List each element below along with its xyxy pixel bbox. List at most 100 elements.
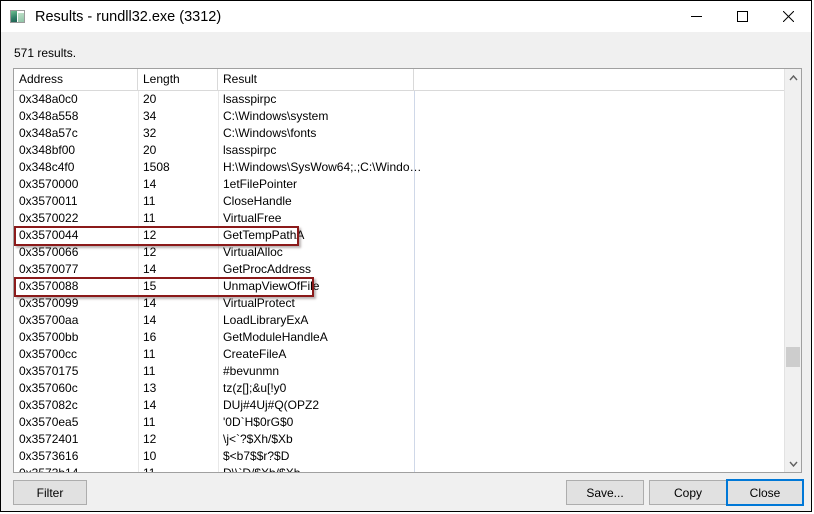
cell-length: 14 [143, 177, 157, 191]
table-row[interactable]: 0x3573b14 11 D\\`D/$Xb/$Xb [14, 465, 784, 473]
column-header-address[interactable]: Address [14, 69, 138, 90]
table-row[interactable]: 0x3570ea5 11 '0D`H$0rG$0 [14, 414, 784, 431]
copy-button[interactable]: Copy [649, 480, 727, 505]
table-row[interactable]: 0x348a0c0 20 lsasspirpc [14, 91, 784, 108]
table-row[interactable]: 0x3572401 12 \j<`?$Xh/$Xb [14, 431, 784, 448]
cell-length: 11 [143, 364, 156, 378]
cell-address: 0x35700bb [19, 330, 79, 344]
cell-address: 0x3570000 [19, 177, 79, 191]
cell-result: lsasspirpc [223, 92, 277, 106]
cell-length: 12 [143, 228, 157, 242]
cell-length: 20 [143, 143, 157, 157]
title-bar: Results - rundll32.exe (3312) [1, 1, 811, 32]
window-title: Results - rundll32.exe (3312) [35, 8, 222, 25]
cell-length: 34 [143, 109, 157, 123]
chevron-down-icon[interactable] [785, 455, 801, 472]
chevron-up-icon[interactable] [785, 69, 801, 86]
cell-length: 14 [143, 398, 157, 412]
table-row[interactable]: 0x3570088 15 UnmapViewOfFile [14, 278, 784, 295]
minimize-icon[interactable] [673, 1, 719, 31]
cell-address: 0x3570011 [19, 194, 78, 208]
cell-length: 11 [143, 466, 156, 473]
results-count-label: 571 results. [14, 46, 77, 60]
cell-result: tz(z[];&u[!y0 [223, 381, 287, 395]
cell-address: 0x3570077 [19, 262, 79, 276]
cell-length: 16 [143, 330, 157, 344]
table-row[interactable]: 0x348a558 34 C:\Windows\system [14, 108, 784, 125]
table-row[interactable]: 0x357060c 13 tz(z[];&u[!y0 [14, 380, 784, 397]
cell-result: GetProcAddress [223, 262, 312, 276]
results-rows-container: 0x348a0c0 20 lsasspirpc 0x348a558 34 C:\Windo… [14, 91, 784, 473]
table-row[interactable]: 0x3570099 14 VirtualProtect [14, 295, 784, 312]
table-row[interactable]: 0x348c4f0 1508 H:\Windows\SysWow64;.;C:\Wi… [14, 159, 784, 176]
table-row[interactable]: 0x3570044 12 GetTempPathA [14, 227, 784, 244]
cell-length: 10 [143, 449, 157, 463]
table-row[interactable]: 0x35700bb 16 GetModuleHandleA [14, 329, 784, 346]
cell-result: VirtualFree [223, 211, 282, 225]
cell-length: 14 [143, 262, 157, 276]
cell-length: 11 [143, 347, 156, 361]
cell-address: 0x3570175 [19, 364, 79, 378]
table-row[interactable]: 0x3570022 11 VirtualFree [14, 210, 784, 227]
cell-result: DUj#4Uj#Q(OPZ2 [223, 398, 320, 412]
cell-result: lsasspirpc [223, 143, 277, 157]
results-dialog-window: Results - rundll32.exe (3312) 571 result… [0, 0, 812, 512]
cell-address: 0x3570099 [19, 296, 79, 310]
cell-address: 0x3570022 [19, 211, 79, 225]
results-list-view[interactable]: Address Length Result 0x348a0c0 20 lsasspi… [13, 68, 802, 473]
table-row[interactable]: 0x3570011 11 CloseHandle [14, 193, 784, 210]
column-header-result[interactable]: Result [218, 69, 414, 90]
cell-address: 0x3570044 [19, 228, 79, 242]
cell-length: 12 [143, 245, 157, 259]
column-header-length[interactable]: Length [138, 69, 218, 90]
table-row[interactable]: 0x3570000 14 1etFilePointer [14, 176, 784, 193]
cell-result: $<b7$$r?$D [223, 449, 290, 463]
cell-result: VirtualProtect [223, 296, 295, 310]
cell-result: '0D`H$0rG$0 [223, 415, 294, 429]
cell-result: C:\Windows\fonts [223, 126, 317, 140]
cell-length: 32 [143, 126, 157, 140]
cell-address: 0x348a0c0 [19, 92, 78, 106]
table-row[interactable]: 0x348bf00 20 lsasspirpc [14, 142, 784, 159]
list-header-row: Address Length Result [14, 69, 801, 91]
cell-result: CreateFileA [223, 347, 287, 361]
scrollbar-track[interactable] [785, 86, 801, 455]
cell-result: LoadLibraryExA [223, 313, 309, 327]
table-row[interactable]: 0x357082c 14 DUj#4Uj#Q(OPZ2 [14, 397, 784, 414]
table-row[interactable]: 0x35700aa 14 LoadLibraryExA [14, 312, 784, 329]
cell-length: 1508 [143, 160, 170, 174]
cell-result: GetModuleHandleA [223, 330, 328, 344]
cell-address: 0x357082c [19, 398, 78, 412]
cell-length: 15 [143, 279, 157, 293]
table-row[interactable]: 0x35700cc 11 CreateFileA [14, 346, 784, 363]
table-row[interactable]: 0x3570066 12 VirtualAlloc [14, 244, 784, 261]
cell-address: 0x35700aa [19, 313, 79, 327]
filter-button[interactable]: Filter [13, 480, 87, 505]
scrollbar-thumb[interactable] [786, 347, 800, 367]
cell-result: VirtualAlloc [223, 245, 283, 259]
close-button[interactable]: Close [726, 479, 804, 506]
column-header-blank[interactable] [414, 69, 801, 90]
cell-result: 1etFilePointer [223, 177, 298, 191]
cell-address: 0x3570088 [19, 279, 79, 293]
cell-result: \j<`?$Xh/$Xb [223, 432, 293, 446]
cell-result: H:\Windows\SysWow64;.;C:\Windo… [223, 160, 422, 174]
cell-address: 0x348c4f0 [19, 160, 75, 174]
cell-length: 11 [143, 211, 156, 225]
table-row[interactable]: 0x3573616 10 $<b7$$r?$D [14, 448, 784, 465]
cell-length: 14 [143, 296, 157, 310]
window-app-icon [10, 9, 26, 25]
vertical-scrollbar[interactable] [784, 69, 801, 472]
cell-result: GetTempPathA [223, 228, 305, 242]
table-row[interactable]: 0x3570077 14 GetProcAddress [14, 261, 784, 278]
maximize-icon[interactable] [719, 1, 765, 31]
table-row[interactable]: 0x3570175 11 #bevunmn [14, 363, 784, 380]
cell-result: UnmapViewOfFile [223, 279, 320, 293]
table-row[interactable]: 0x348a57c 32 C:\Windows\fonts [14, 125, 784, 142]
close-icon[interactable] [765, 1, 811, 31]
window-controls [673, 1, 811, 31]
cell-address: 0x348bf00 [19, 143, 76, 157]
cell-length: 14 [143, 313, 157, 327]
save-button[interactable]: Save... [566, 480, 644, 505]
cell-address: 0x348a558 [19, 109, 79, 123]
